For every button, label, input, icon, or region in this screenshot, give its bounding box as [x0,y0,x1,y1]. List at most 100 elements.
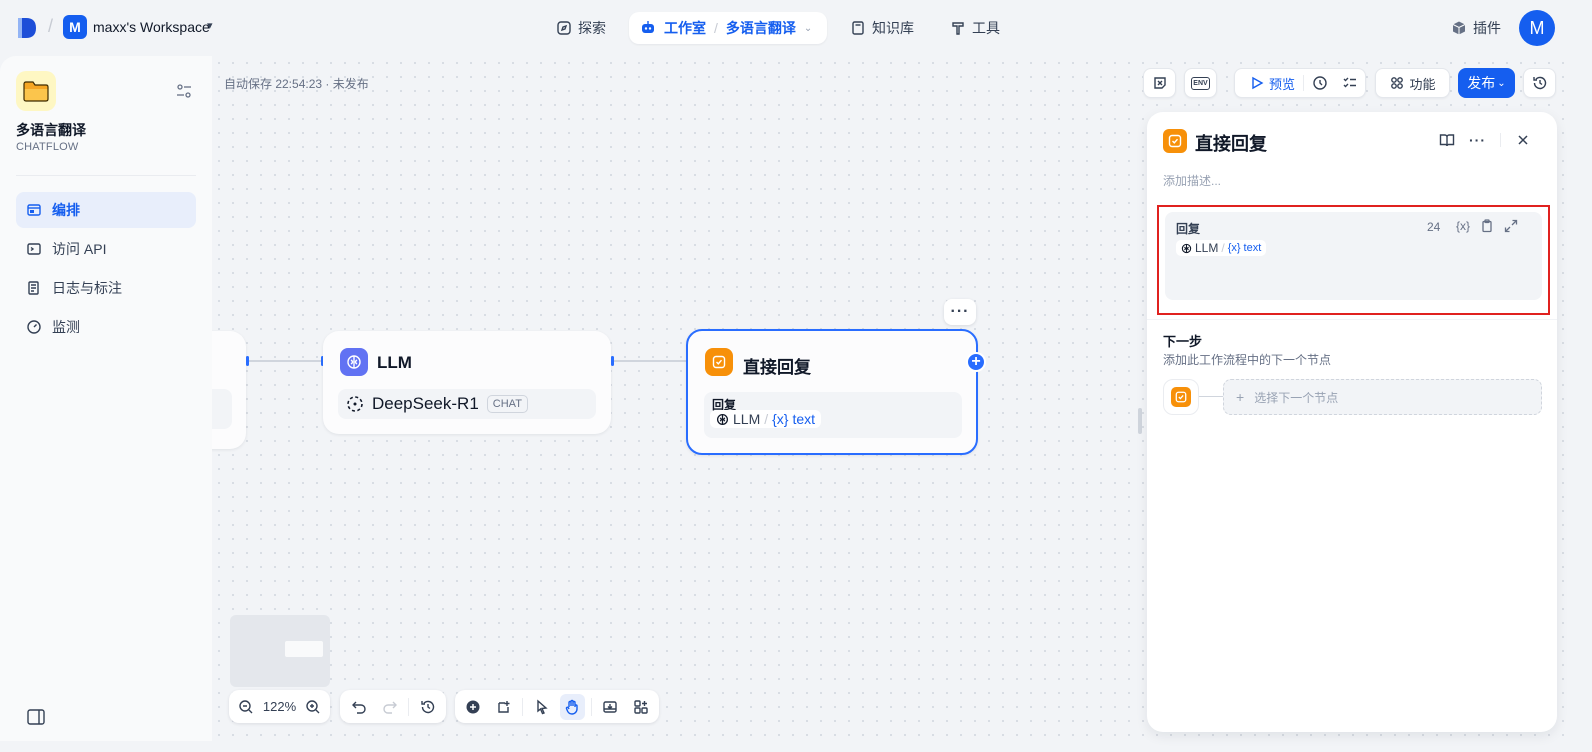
current-app-name[interactable]: 多语言翻译 [726,18,796,38]
more-icon[interactable]: ··· [1469,132,1486,148]
start-node[interactable] [212,331,246,449]
variable-prefix: {x} [772,411,789,427]
expand-icon[interactable] [1504,219,1518,233]
sidebar-item-monitor[interactable]: 监测 [16,309,196,345]
chevron-down-icon: ⌄ [1497,77,1506,89]
sidebar-item-orchestrate[interactable]: 编排 [16,192,196,228]
sidebar-item-logs[interactable]: 日志与标注 [16,270,196,306]
download-image-icon [603,700,617,713]
plus-icon: + [1236,389,1245,405]
version-history-button[interactable] [1523,68,1556,98]
features-button[interactable]: 功能 [1375,68,1450,98]
plugins-label: 插件 [1473,20,1501,36]
nav-tools[interactable]: 工具 [950,12,1000,44]
variable-name: text [1243,242,1262,254]
llm-node[interactable]: LLM DeepSeek-R1 CHAT [323,331,611,434]
close-icon[interactable] [1515,132,1531,148]
env-icon: ENV [1191,76,1210,90]
description-input[interactable]: 添加描述... [1163,172,1221,189]
organize-nodes-button[interactable] [628,694,653,720]
history-controls [340,690,446,723]
llm-brain-icon [1181,243,1192,253]
add-node-button[interactable] [461,694,486,720]
hand-mode-button[interactable] [560,693,585,720]
sidebar-collapse-icon[interactable] [27,709,45,725]
panel-actions: ··· [1439,132,1531,148]
reply-icon [1163,129,1187,153]
minimap-viewport [285,641,323,657]
variable-chip[interactable]: LLM / {x} text [710,410,822,428]
panel-resize-handle[interactable] [1138,408,1142,434]
zoom-out-button[interactable] [235,694,257,720]
user-avatar[interactable]: M [1519,10,1555,46]
env-button[interactable]: ENV [1184,68,1217,98]
insert-variable-icon[interactable]: {x} [1456,219,1470,233]
sliders-icon[interactable] [176,83,192,99]
variable-chip[interactable]: LLM / {x} text [1176,240,1267,256]
preview-button[interactable]: 预览 [1249,74,1295,93]
select-next-node-button[interactable]: + 选择下一个节点 [1223,379,1542,415]
top-bar: / M maxx's Workspace ▾ 探索 工作室 / 多语言翻译 ⌄ … [0,0,1568,56]
chevron-down-icon[interactable]: ▾ [207,19,213,32]
nav-knowledge[interactable]: 知识库 [850,12,914,44]
reply-field-highlight: 回复 24 {x} LLM / {x} text [1157,205,1550,315]
hammer-icon [952,22,964,35]
nav-explore[interactable]: 探索 [556,12,606,44]
zoom-in-button[interactable] [302,694,324,720]
reply-editor[interactable]: 回复 24 {x} LLM / {x} text [1165,212,1542,300]
book-icon [852,21,864,35]
divider [522,697,524,716]
plus-circle-icon [466,700,480,713]
minimap[interactable] [230,615,330,687]
app-mode: CHATFLOW [16,141,79,153]
undo-icon [351,701,366,714]
cube-icon [1452,21,1466,35]
layout-icon [27,204,41,216]
change-history-button[interactable] [415,694,440,720]
features-label: 功能 [1409,76,1436,92]
node-more-button[interactable]: ··· [944,299,976,325]
run-history-icon[interactable] [1312,75,1328,91]
publish-button[interactable]: 发布 ⌄ [1458,68,1515,98]
divider [1147,319,1557,320]
panel-title[interactable]: 直接回复 [1195,130,1267,156]
chevron-down-icon[interactable]: ⌄ [804,23,812,34]
workspace-name[interactable]: maxx's Workspace [93,19,210,35]
autosave-status: 自动保存 22:54:23 · 未发布 [224,77,369,91]
clipboard-icon[interactable] [1480,219,1494,233]
book-open-icon[interactable] [1439,132,1455,148]
divider [1303,75,1305,91]
llm-model-selector[interactable]: DeepSeek-R1 CHAT [338,389,596,419]
variable-source: LLM [1195,241,1219,255]
checklist-icon[interactable] [1342,75,1358,91]
source-handle[interactable] [246,356,249,366]
deepseek-model-icon [347,396,363,412]
llm-brain-icon [340,348,368,376]
hand-icon [566,699,579,715]
edge-start-llm [248,360,323,362]
add-next-node-icon[interactable]: + [966,352,986,372]
answer-node[interactable]: 直接回复 回复 LLM / {x} text [686,329,978,455]
source-handle[interactable] [611,356,614,366]
app-logo-icon[interactable] [16,16,38,40]
redo-button[interactable] [377,694,402,720]
variable-separator: / [1221,241,1225,255]
reply-field-tools: {x} [1456,219,1518,233]
export-image-button[interactable] [598,694,623,720]
answer-node-field: 回复 LLM / {x} text [704,392,962,438]
app-title: 多语言翻译 [16,122,86,138]
nav-studio[interactable]: 工作室 / 多语言翻译 ⌄ [629,12,827,44]
sidebar-item-label: 编排 [52,202,80,218]
pointer-mode-button[interactable] [529,694,554,720]
add-note-button[interactable] [492,694,517,720]
llm-node-title: LLM [377,353,412,372]
sidebar-item-label: 日志与标注 [52,280,122,296]
zoom-level[interactable]: 122% [263,699,296,714]
workspace-badge[interactable]: M [63,15,87,39]
plugins-button[interactable]: 插件 [1451,18,1501,38]
undo-button[interactable] [346,694,371,720]
sidebar-item-api[interactable]: 访问 API [16,231,196,267]
variable-separator: / [764,411,769,427]
answer-node-title: 直接回复 [743,358,811,377]
checklist-button[interactable] [1143,68,1176,98]
